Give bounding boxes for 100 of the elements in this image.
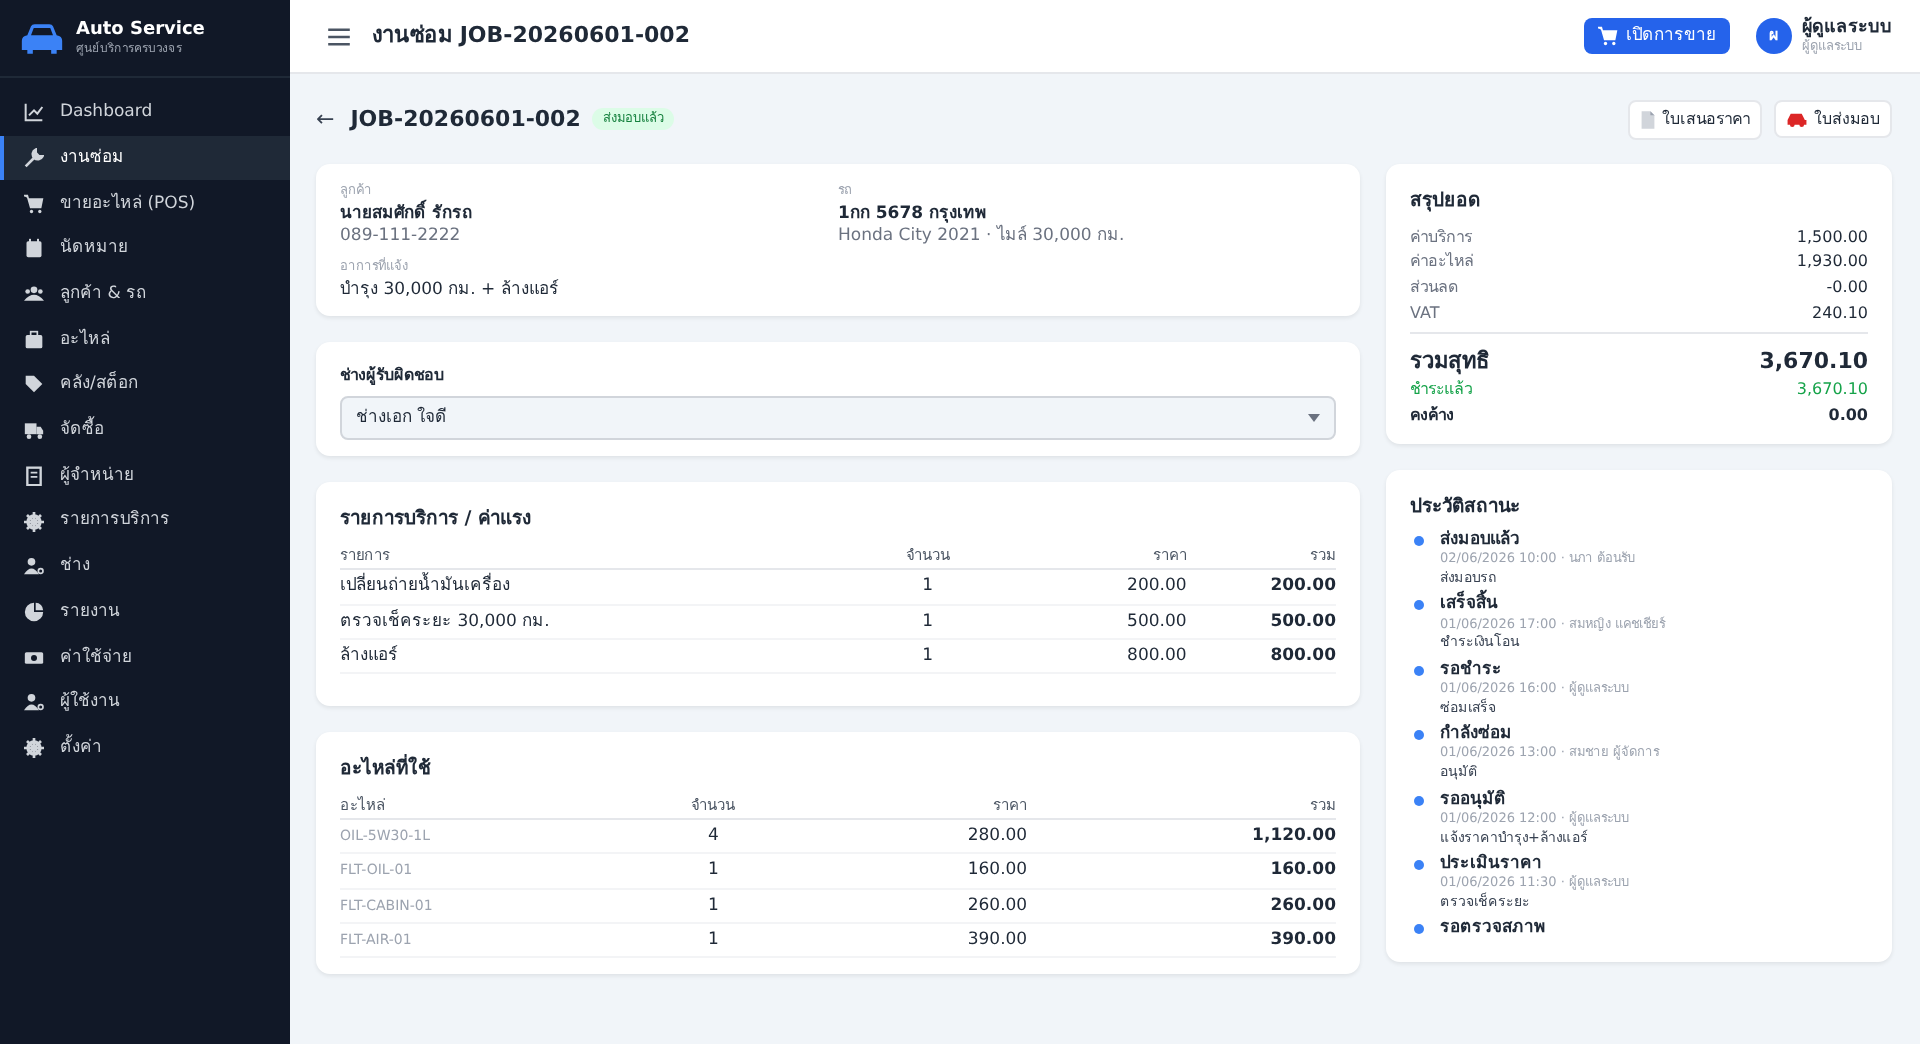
cal-icon bbox=[24, 238, 44, 259]
table-cell: 1 bbox=[857, 638, 998, 673]
table-cell: 4 bbox=[638, 819, 789, 854]
sidebar-item[interactable]: ลูกค้า & รถ bbox=[0, 271, 290, 317]
summary-value: 240.10 bbox=[1812, 303, 1868, 323]
table-cell: 1,120.00 bbox=[1027, 819, 1336, 854]
table-cell: ล้างแอร์ bbox=[340, 638, 858, 673]
table-cell: 280.00 bbox=[788, 819, 1028, 854]
table-cell: 200.00 bbox=[997, 569, 1187, 605]
job-title: JOB-20260601-002 bbox=[350, 105, 581, 133]
table-cell: 200.00 bbox=[1186, 569, 1336, 605]
quotation-button[interactable]: ใบเสนอราคา bbox=[1628, 99, 1762, 139]
sidebar-item[interactable]: ผู้ใช้งาน bbox=[0, 679, 290, 726]
summary-label: ชำระแล้ว bbox=[1410, 379, 1472, 400]
timeline-dot bbox=[1414, 924, 1424, 935]
table-cell: 1 bbox=[638, 853, 789, 889]
summary-label: VAT bbox=[1410, 303, 1440, 323]
timeline-dot bbox=[1414, 665, 1424, 676]
table-cell: 1 bbox=[857, 604, 998, 639]
status-name: รออนุมัติ bbox=[1440, 789, 1508, 810]
table-cell: 1 bbox=[638, 922, 789, 958]
summary-label: ค่าอะไหล่ bbox=[1410, 252, 1474, 273]
pie-icon bbox=[24, 601, 44, 622]
open-sale-button[interactable]: เปิดการขาย bbox=[1584, 17, 1730, 55]
sidebar-item[interactable]: อะไหล่ bbox=[0, 316, 290, 363]
truck-icon bbox=[24, 420, 44, 441]
sidebar-item[interactable]: รายงาน bbox=[0, 589, 290, 635]
table-cell: 500.00 bbox=[997, 604, 1187, 639]
table-cell: 160.00 bbox=[788, 853, 1028, 889]
sidebar-item[interactable]: จัดซื้อ bbox=[0, 407, 290, 453]
section-title: สรุปยอด bbox=[1410, 190, 1482, 213]
user-avatar[interactable]: ผ bbox=[1756, 18, 1792, 54]
timeline-dot bbox=[1414, 536, 1424, 547]
user-icon bbox=[24, 556, 44, 577]
timeline-dot bbox=[1414, 730, 1424, 741]
document-icon bbox=[1640, 109, 1656, 129]
summary-label: คงค้าง bbox=[1410, 405, 1454, 425]
table-cell: เปลี่ยนถ่ายน้ำมันเครื่อง bbox=[340, 569, 858, 605]
field-label: ช่างผู้รับผิดชอบ bbox=[340, 366, 446, 386]
status-name: กำลังซ่อม bbox=[1440, 724, 1514, 745]
caret-icon bbox=[1308, 413, 1320, 422]
car-icon bbox=[1786, 111, 1808, 127]
vehicle-info: Honda City 2021 · ไมล์ 30,000 กม. bbox=[838, 225, 1127, 247]
car-icon bbox=[20, 21, 64, 55]
sidebar-item[interactable]: ผู้จำหน่าย bbox=[0, 453, 290, 499]
sidebar-item[interactable]: ช่าง bbox=[0, 543, 290, 590]
tag-icon bbox=[24, 374, 44, 395]
cart-icon bbox=[24, 193, 44, 214]
timeline-dot bbox=[1414, 859, 1424, 870]
wrench-icon bbox=[24, 148, 44, 169]
gear-icon bbox=[24, 737, 44, 758]
sidebar-item[interactable]: ตั้งค่า bbox=[0, 725, 290, 771]
status-name: ประเมินราคา bbox=[1440, 853, 1544, 875]
sidebar-item[interactable]: นัดหมาย bbox=[0, 226, 290, 272]
sidebar-item[interactable]: รายการบริการ bbox=[0, 498, 290, 544]
sidebar-item[interactable]: Dashboard bbox=[0, 90, 290, 136]
section-title: ประวัติสถานะ bbox=[1410, 495, 1522, 519]
table-cell: ตรวจเช็คระยะ 30,000 กม. bbox=[340, 604, 858, 639]
sidebar-item[interactable]: ขายอะไหล่ (POS) bbox=[0, 180, 290, 227]
status-name: รอชำระ bbox=[1440, 659, 1504, 680]
summary-value: 1,500.00 bbox=[1796, 227, 1868, 247]
customer-phone: 089-111-2222 bbox=[340, 225, 463, 247]
brand-title: Auto Service bbox=[76, 20, 205, 41]
status-name: เสร็จสิ้น bbox=[1440, 594, 1666, 616]
back-button[interactable]: ← bbox=[316, 105, 339, 133]
table-cell: 260.00 bbox=[788, 888, 1028, 923]
section-title: อะไหล่ที่ใช้ bbox=[340, 757, 433, 781]
gear-icon bbox=[24, 511, 44, 532]
table-cell: 1 bbox=[638, 888, 789, 923]
summary-label: รวมสุทธิ bbox=[1410, 347, 1490, 374]
sidebar-item[interactable]: งานซ่อม bbox=[0, 135, 290, 181]
technician-select[interactable]: ช่างเอก ใจดี bbox=[340, 395, 1336, 440]
summary-label: ค่าบริการ bbox=[1410, 227, 1472, 247]
status-name: ส่งมอบแล้ว bbox=[1440, 530, 1522, 551]
timeline-dot bbox=[1414, 795, 1424, 806]
sidebar-item[interactable]: ค่าใช้จ่าย bbox=[0, 634, 290, 680]
status-name: รอตรวจสภาพ bbox=[1440, 918, 1546, 939]
delivery-note-button[interactable]: ใบส่งมอบ bbox=[1774, 99, 1892, 139]
timeline-dot bbox=[1414, 600, 1424, 611]
license-plate: 1กก 5678 กรุงเทพ bbox=[838, 203, 989, 224]
page-title: งานซ่อม JOB-20260601-002 bbox=[372, 22, 690, 50]
user-name: ผู้ดูแลระบบ bbox=[1802, 17, 1892, 39]
menu-icon[interactable] bbox=[328, 27, 350, 45]
table-cell: 500.00 bbox=[1186, 604, 1336, 639]
table-cell: 1 bbox=[857, 569, 998, 605]
table-cell: 260.00 bbox=[1027, 888, 1336, 923]
sidebar-item[interactable]: คลัง/สต็อก bbox=[0, 362, 290, 408]
table-cell: 800.00 bbox=[1186, 638, 1336, 673]
summary-value: -0.00 bbox=[1826, 278, 1868, 298]
summary-value: 0.00 bbox=[1828, 405, 1868, 425]
chart-icon bbox=[24, 102, 44, 123]
summary-label: ส่วนลด bbox=[1410, 278, 1458, 298]
section-title: รายการบริการ / ค่าแรง bbox=[340, 507, 535, 531]
table-cell: 800.00 bbox=[997, 638, 1187, 673]
summary-value: 3,670.10 bbox=[1759, 347, 1868, 374]
table-cell: 160.00 bbox=[1027, 853, 1336, 889]
box-icon bbox=[24, 329, 44, 350]
store-icon bbox=[24, 465, 44, 486]
user-icon bbox=[24, 692, 44, 713]
users-icon bbox=[24, 284, 44, 305]
